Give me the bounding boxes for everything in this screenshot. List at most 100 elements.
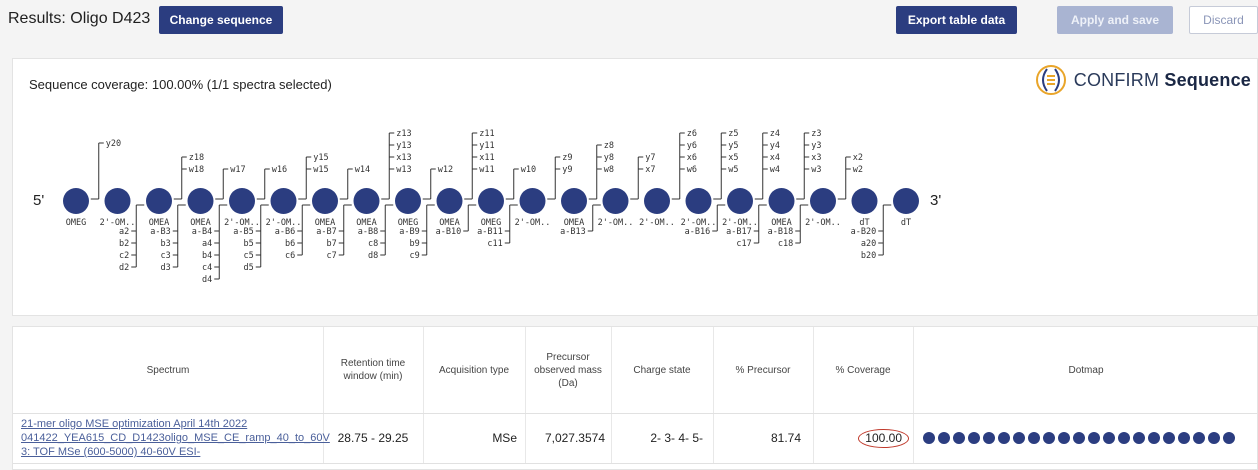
column-header[interactable]: % Coverage [813, 327, 913, 413]
nucleotide-circle[interactable] [851, 188, 878, 214]
dotmap-dot[interactable] [1118, 432, 1130, 444]
fragment-label: w15 [313, 165, 328, 175]
dotmap-dot[interactable] [1163, 432, 1175, 444]
dotmap-dot[interactable] [1028, 432, 1040, 444]
nucleotide-circle[interactable] [602, 188, 629, 214]
sequence-coverage-map: 5' 3'OMEG 2'-OM.. OMEA OMEA 2'-OM.. 2'-OM.. OME… [33, 129, 941, 285]
column-header[interactable]: Retention time window (min) [323, 327, 423, 413]
nucleotide-label: OMEG [66, 218, 86, 228]
column-header[interactable]: % Precursor [713, 327, 813, 413]
fragment-label: x4 [770, 153, 780, 163]
dotmap-dot[interactable] [953, 432, 965, 444]
fragment-label: z4 [770, 129, 780, 139]
fragment-label: c2 [119, 251, 129, 261]
dotmap-dot[interactable] [1148, 432, 1160, 444]
nucleotide-circle[interactable] [146, 188, 172, 214]
export-table-button[interactable]: Export table data [896, 6, 1017, 34]
discard-button[interactable]: Discard [1189, 6, 1258, 34]
coverage-cell: 100.00 [813, 413, 913, 463]
fragment-label: b20 [861, 251, 876, 261]
fragment-label: a-B17 [726, 227, 752, 237]
fragment-label: a-B11 [477, 227, 503, 237]
fragment-label: z9 [562, 153, 572, 163]
column-header[interactable]: Charge state [611, 327, 713, 413]
fragment-label: y9 [562, 165, 572, 175]
dotmap-dot[interactable] [968, 432, 980, 444]
fragment-label: w5 [728, 165, 738, 175]
results-table: Spectrum Retention time window (min) Acqui… [12, 326, 1258, 470]
fragment-label: b4 [202, 251, 212, 261]
fragment-label: b2 [119, 239, 129, 249]
nucleotide-circle[interactable] [270, 188, 297, 214]
dotmap-dot[interactable] [998, 432, 1010, 444]
fragment-label: y7 [645, 153, 655, 163]
fragment-label: c11 [487, 239, 502, 249]
fragment-label: a-B20 [851, 227, 877, 237]
fragment-label: a-B16 [685, 227, 711, 237]
fragment-label: z3 [811, 129, 821, 139]
dotmap-dot[interactable] [983, 432, 995, 444]
top-bar: Results: Oligo D423 Change sequence Expo… [0, 0, 1258, 44]
coverage-value: 100.00 [858, 428, 909, 448]
fragment-label: a-B3 [150, 227, 170, 237]
fragment-label: c17 [736, 239, 751, 249]
column-header[interactable]: Dotmap [913, 327, 1258, 413]
nucleotide-circle[interactable] [187, 188, 214, 214]
nucleotide-circle[interactable] [229, 188, 255, 214]
nucleotide-circle[interactable] [810, 188, 836, 214]
fragment-label: b3 [161, 239, 171, 249]
nucleotide-circle[interactable] [519, 188, 546, 214]
fragment-label: y20 [106, 139, 121, 149]
dotmap-dot[interactable] [1103, 432, 1115, 444]
fragment-label: b9 [410, 239, 420, 249]
nucleotide-circle[interactable] [63, 188, 89, 214]
fragment-label: c3 [161, 251, 171, 261]
nucleotide-circle[interactable] [104, 188, 131, 214]
fragment-label: x13 [396, 153, 411, 163]
dotmap-dot[interactable] [1073, 432, 1085, 444]
dotmap-dot[interactable] [1013, 432, 1025, 444]
fragment-label: c6 [285, 251, 295, 261]
column-header[interactable]: Precursor observed mass (Da) [525, 327, 611, 413]
apply-and-save-button[interactable]: Apply and save [1057, 6, 1173, 34]
column-header[interactable]: Spectrum [13, 327, 323, 413]
fragment-label: w10 [521, 165, 536, 175]
page-title: Results: Oligo D423 [8, 10, 151, 27]
column-header[interactable]: Acquisition type [423, 327, 525, 413]
fragment-label: c4 [202, 263, 212, 273]
dotmap-dot[interactable] [1133, 432, 1145, 444]
dotmap-dot[interactable] [923, 432, 935, 444]
nucleotide-circle[interactable] [436, 188, 463, 214]
dotmap-dot[interactable] [1043, 432, 1055, 444]
nucleotide-circle[interactable] [727, 188, 753, 214]
nucleotide-circle[interactable] [312, 188, 338, 214]
change-sequence-button[interactable]: Change sequence [159, 6, 283, 34]
dotmap-dot[interactable] [1088, 432, 1100, 444]
fragment-label: b6 [285, 239, 295, 249]
nucleotide-circle[interactable] [395, 188, 421, 214]
nucleotide-circle[interactable] [768, 188, 795, 214]
nucleotide-circle[interactable] [893, 188, 919, 214]
fragment-label: w13 [396, 165, 411, 175]
row-divider [13, 463, 1258, 464]
fragment-label: z8 [604, 141, 614, 151]
dotmap-dot[interactable] [938, 432, 950, 444]
dotmap-dot[interactable] [1208, 432, 1220, 444]
dotmap-dot[interactable] [1193, 432, 1205, 444]
fragment-label: x11 [479, 153, 494, 163]
fragment-label: w12 [438, 165, 453, 175]
dotmap-dot[interactable] [1178, 432, 1190, 444]
nucleotide-circle[interactable] [478, 188, 504, 214]
nucleotide-circle[interactable] [685, 188, 712, 214]
fragment-label: w18 [189, 165, 204, 175]
fragment-label: w2 [853, 165, 863, 175]
nucleotide-circle[interactable] [644, 188, 670, 214]
nucleotide-circle[interactable] [353, 188, 380, 214]
spectrum-link[interactable]: 21-mer oligo MSE optimization April 14th… [13, 413, 330, 463]
fragment-label: w3 [811, 165, 821, 175]
nucleotide-label: 2'-OM.. [639, 218, 675, 228]
nucleotide-circle[interactable] [561, 188, 587, 214]
dotmap-dot[interactable] [1223, 432, 1235, 444]
dotmap-dot[interactable] [1058, 432, 1070, 444]
nucleotide-label: 2'-OM.. [805, 218, 841, 228]
